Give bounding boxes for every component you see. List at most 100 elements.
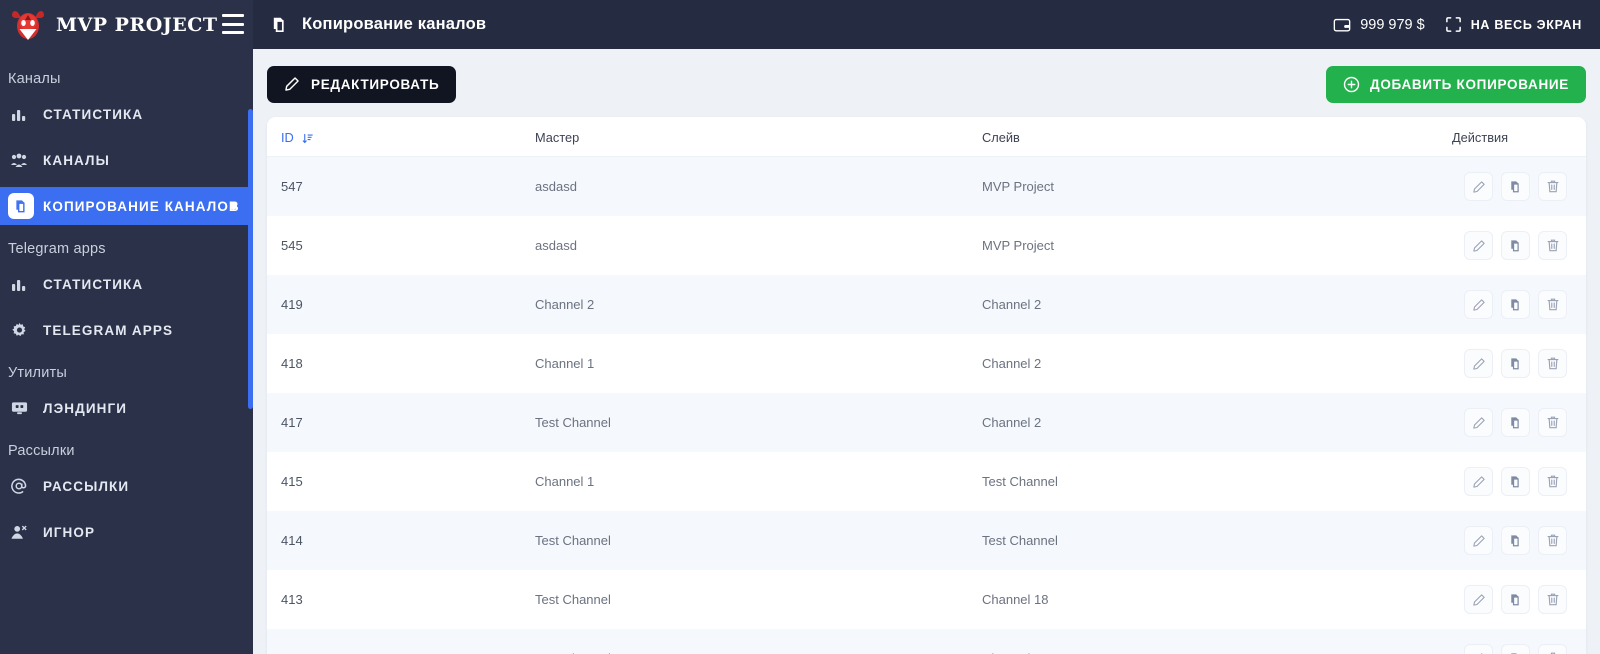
cell-actions — [1452, 334, 1586, 393]
sidebar-item-channels[interactable]: КАНАЛЫ — [0, 141, 253, 179]
table-row: 414 Test Channel Test Channel — [267, 511, 1586, 570]
fullscreen-toggle[interactable]: НА ВЕСЬ ЭКРАН — [1445, 16, 1582, 33]
delete-row-button[interactable] — [1538, 585, 1567, 614]
sidebar-item-label: КОПИРОВАНИЕ КАНАЛОВ — [43, 198, 240, 214]
cell-slave: Test Channel — [982, 533, 1058, 548]
edit-row-button[interactable] — [1464, 172, 1493, 201]
sidebar-item-channel-copying[interactable]: КОПИРОВАНИЕ КАНАЛОВ — [0, 187, 253, 225]
cell-slave: Channel 2 — [982, 356, 1042, 371]
delete-row-button[interactable] — [1538, 467, 1567, 496]
topbar-right: 999 979 $ НА ВЕСЬ ЭКРАН — [1333, 16, 1582, 33]
copy-icon — [1509, 180, 1523, 194]
balance-indicator[interactable]: 999 979 $ — [1333, 17, 1425, 33]
duplicate-row-button[interactable] — [1501, 408, 1530, 437]
sidebar-group-title-telegram-apps: Telegram apps — [8, 241, 106, 257]
edit-row-button[interactable] — [1464, 231, 1493, 260]
duplicate-row-button[interactable] — [1501, 290, 1530, 319]
cell-id: 419 — [281, 297, 303, 312]
table-row: 412Test ChannelChannel 2 — [267, 629, 1586, 654]
edit-row-button[interactable] — [1464, 349, 1493, 378]
sidebar-item-label: ИГНОР — [43, 524, 96, 540]
duplicate-row-button[interactable] — [1501, 644, 1530, 654]
sidebar-item-telegram-statistics[interactable]: СТАТИСТИКА — [0, 265, 253, 303]
copy-icon — [1509, 416, 1523, 430]
delete-row-button[interactable] — [1538, 231, 1567, 260]
edit-row-button[interactable] — [1464, 290, 1493, 319]
trash-icon — [1546, 356, 1560, 371]
main-area: Копирование каналов 999 979 $ НА ВЕСЬ ЭК… — [253, 0, 1600, 654]
column-header-id[interactable]: ID — [267, 117, 535, 157]
row-action-group — [1452, 349, 1586, 378]
trash-icon — [1546, 238, 1560, 253]
trash-icon — [1546, 592, 1560, 607]
cell-master: asdasd — [535, 179, 577, 194]
table-body: 547 asdasd MVP Project 545 asdasd MVP Project… — [267, 156, 1586, 654]
toolbar: РЕДАКТИРОВАТЬ ДОБАВИТЬ КОПИРОВАНИЕ — [263, 65, 1586, 103]
page-title-group: Копирование каналов — [271, 15, 486, 34]
cell-actions — [1452, 452, 1586, 511]
sidebar-item-label: КАНАЛЫ — [43, 152, 110, 168]
trash-icon — [1546, 297, 1560, 312]
delete-row-button[interactable] — [1538, 349, 1567, 378]
duplicate-row-button[interactable] — [1501, 467, 1530, 496]
duplicate-row-button[interactable] — [1501, 231, 1530, 260]
cell-master: Channel 1 — [535, 474, 595, 489]
edit-row-button[interactable] — [1464, 526, 1493, 555]
delete-row-button[interactable] — [1538, 644, 1567, 654]
sidebar-item-mailings[interactable]: РАССЫЛКИ — [0, 467, 253, 505]
cell-master: asdasd — [535, 238, 577, 253]
bull-head-logo — [8, 5, 48, 45]
delete-row-button[interactable] — [1538, 408, 1567, 437]
column-header-id-label: ID — [281, 130, 294, 145]
row-action-group — [1452, 467, 1586, 496]
column-header-slave[interactable]: Слейв — [982, 117, 1452, 157]
sidebar-item-ignore[interactable]: ИГНОР — [0, 513, 253, 551]
brand-name: MVP PROJECT — [56, 13, 218, 36]
sidebar-item-statistics[interactable]: СТАТИСТИКА — [0, 95, 253, 133]
cell-id: 415 — [281, 474, 303, 489]
duplicate-row-button[interactable] — [1501, 526, 1530, 555]
pencil-icon — [284, 76, 300, 92]
pencil-icon — [1472, 239, 1486, 253]
edit-button[interactable]: РЕДАКТИРОВАТЬ — [267, 65, 457, 103]
copy-icon — [1509, 593, 1523, 607]
delete-row-button[interactable] — [1538, 290, 1567, 319]
cell-master: Test Channel — [535, 629, 982, 654]
duplicate-row-button[interactable] — [1501, 172, 1530, 201]
duplicate-row-button[interactable] — [1501, 585, 1530, 614]
duplicate-row-button[interactable] — [1501, 349, 1530, 378]
edit-row-button[interactable] — [1464, 467, 1493, 496]
column-header-master[interactable]: Мастер — [535, 117, 982, 157]
cell-actions — [1452, 570, 1586, 629]
bar-chart-icon — [8, 273, 30, 295]
row-action-group — [1452, 231, 1586, 260]
delete-row-button[interactable] — [1538, 172, 1567, 201]
sort-descending-icon — [302, 133, 314, 144]
sidebar-item-telegram-apps[interactable]: TELEGRAM APPS — [0, 311, 253, 349]
user-remove-icon — [8, 521, 30, 543]
brand-header: MVP PROJECT — [0, 0, 253, 49]
sidebar-group-title-mailings: Рассылки — [8, 443, 75, 459]
table-row: 413 Test Channel Channel 18 — [267, 570, 1586, 629]
trash-icon — [1546, 179, 1560, 194]
cell-id: 547 — [281, 179, 303, 194]
copy-icon — [1509, 239, 1523, 253]
sidebar-item-badge-dot — [230, 202, 237, 210]
edit-row-button[interactable] — [1464, 585, 1493, 614]
delete-row-button[interactable] — [1538, 526, 1567, 555]
page-title: Копирование каналов — [302, 15, 487, 33]
copying-table: ID Мастер Слейв Действия 547 asdasd MVP … — [267, 117, 1586, 654]
cell-actions — [1452, 216, 1586, 275]
cell-slave: Test Channel — [982, 474, 1058, 489]
edit-row-button[interactable] — [1464, 644, 1493, 654]
sidebar-nav: Каналы СТАТИСТИКА КАНАЛЫ КОПИРОВАНИЕ КАН… — [0, 49, 253, 654]
row-action-group — [1452, 585, 1586, 614]
edit-row-button[interactable] — [1464, 408, 1493, 437]
sidebar-item-landings[interactable]: ЛЭНДИНГИ — [0, 389, 253, 427]
trash-icon — [1546, 533, 1560, 548]
content-area: РЕДАКТИРОВАТЬ ДОБАВИТЬ КОПИРОВАНИЕ ID Ма… — [253, 49, 1600, 654]
hamburger-menu-icon[interactable] — [222, 14, 244, 34]
copy-icon — [1509, 534, 1523, 548]
cell-actions — [1452, 393, 1586, 452]
add-copying-button[interactable]: ДОБАВИТЬ КОПИРОВАНИЕ — [1326, 65, 1586, 103]
